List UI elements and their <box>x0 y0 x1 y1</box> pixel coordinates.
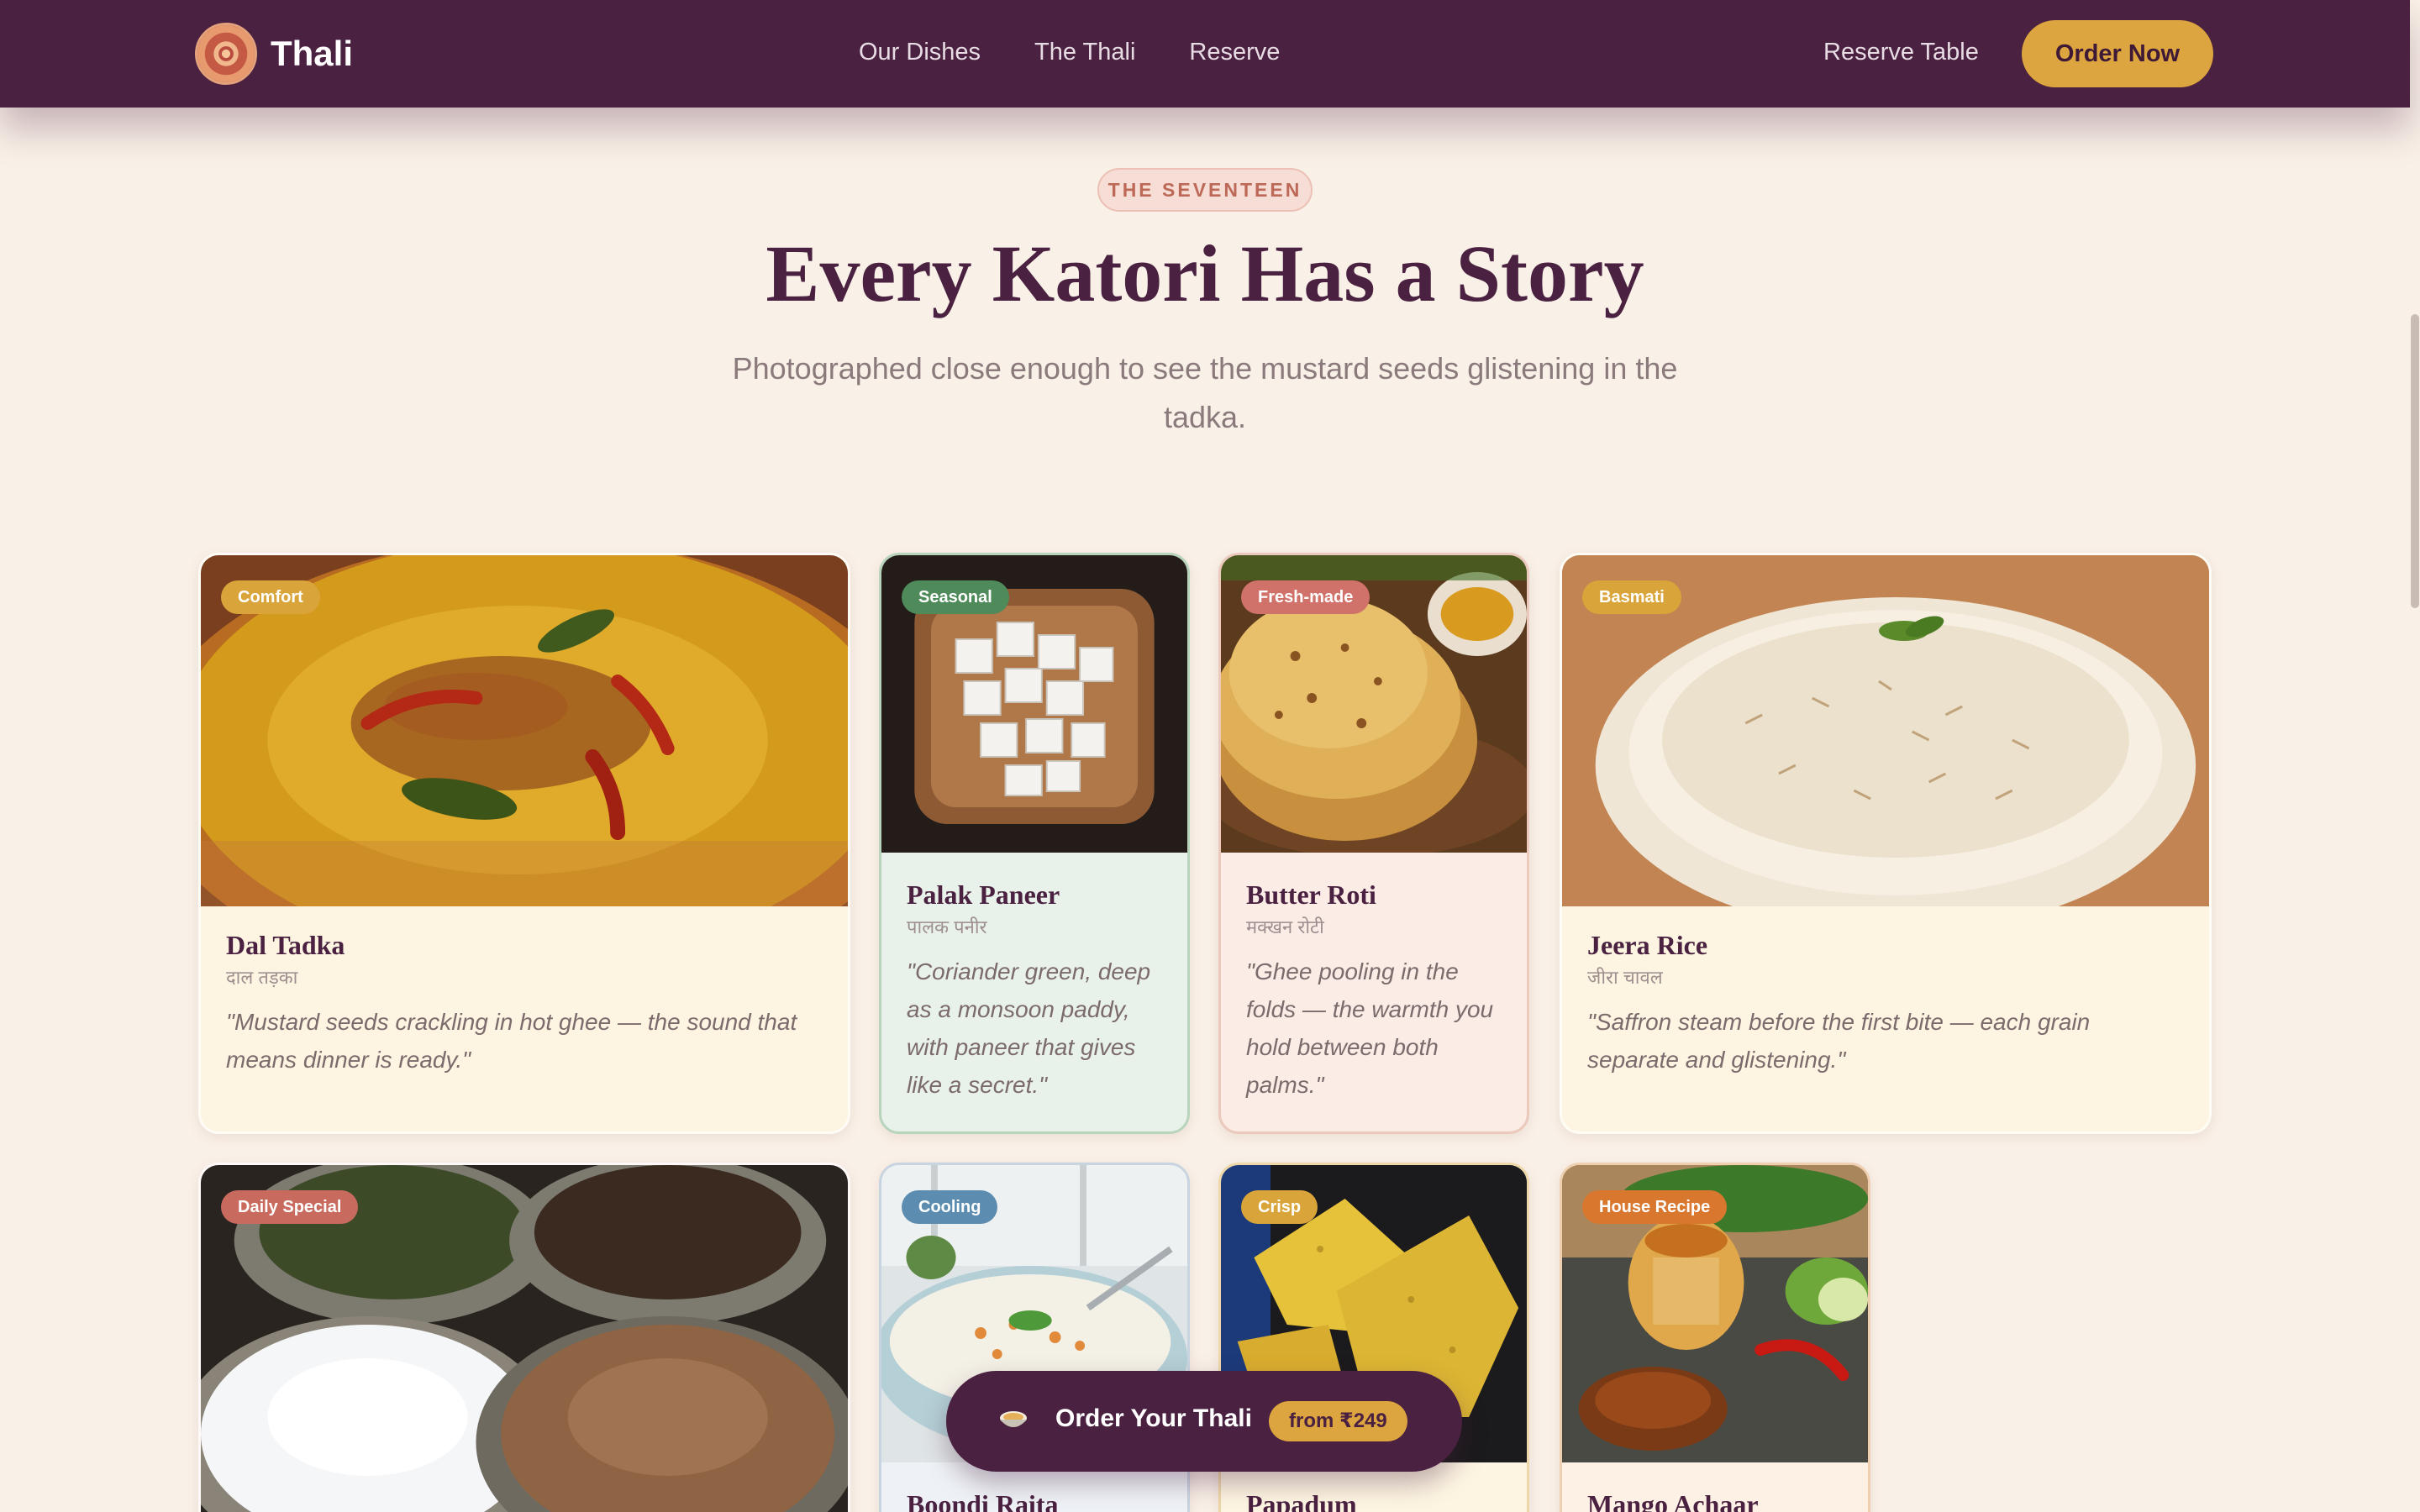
badge-house-recipe: House Recipe <box>1582 1190 1728 1224</box>
badge-fresh-made: Fresh-made <box>1241 580 1370 614</box>
brand-name: Thali <box>271 34 354 73</box>
page-scrollbar[interactable] <box>2410 0 2420 1512</box>
nav-link-the-thali[interactable]: The Thali <box>1034 39 1135 66</box>
dish-quote: "Coriander green, deep as a monsoon padd… <box>907 958 1151 1098</box>
top-navbar: Thali Our Dishes The Thali Reserve Reser… <box>0 0 2410 108</box>
dish-info: Papadum <box>1221 1489 1527 1512</box>
badge-crisp: Crisp <box>1241 1190 1318 1224</box>
dish-card-butter-roti[interactable]: Fresh-made Butter Roti मक्खन रोटी "Ghee … <box>1218 553 1529 1134</box>
nav-links: Our Dishes The Thali Reserve <box>859 39 1280 66</box>
dish-name: Palak Paneer <box>907 879 1060 910</box>
dish-quote: "Mustard seeds crackling in hot ghee — t… <box>226 1009 797 1073</box>
dish-card-dal-tadka[interactable]: Comfort Dal Tadka दाल तड़का "Mustard see… <box>198 553 850 1134</box>
badge-seasonal: Seasonal <box>902 580 1009 614</box>
section-subtitle: Photographed close enough to see the mus… <box>732 351 1678 434</box>
dish-name: Boondi Raita <box>907 1489 1059 1512</box>
badge-daily-special: Daily Special <box>221 1190 359 1224</box>
spice-tins-photo: Daily Special <box>201 1165 848 1512</box>
dish-quote: "Saffron steam before the first bite — e… <box>1587 1009 2091 1073</box>
butter-roti-photo: Fresh-made <box>1221 555 1527 853</box>
dish-info: Jeera Rice जीरा चावल "Saffron steam befo… <box>1562 930 2209 1079</box>
dal-tadka-photo: Comfort <box>201 555 848 906</box>
jeera-rice-photo: Basmati <box>1562 555 2209 906</box>
thali-bowl-icon <box>998 1408 1028 1433</box>
dish-info: Butter Roti मक्खन रोटी "Ghee pooling in … <box>1221 879 1527 1104</box>
dish-name: Dal Tadka <box>226 930 345 960</box>
dish-info: Mango Achaar <box>1562 1489 1868 1512</box>
dish-card-palak-paneer[interactable]: Seasonal Palak Paneer पालक पनीर "Coriand… <box>879 553 1190 1134</box>
badge-cooling: Cooling <box>902 1190 998 1224</box>
dish-hindi-name: मक्खन रोटी <box>1246 916 1324 937</box>
reserve-table-link[interactable]: Reserve Table <box>1823 39 1979 66</box>
order-your-thali-button[interactable]: Order Your Thali from ₹249 <box>946 1371 1462 1472</box>
dish-card-daily-special[interactable]: Daily Special <box>198 1163 850 1512</box>
dish-name: Mango Achaar <box>1587 1489 1759 1512</box>
dish-card-mango-achaar[interactable]: House Recipe Mango Achaar <box>1560 1163 1870 1512</box>
dish-info: Palak Paneer पालक पनीर "Coriander green,… <box>881 879 1187 1104</box>
dish-card-jeera-rice[interactable]: Basmati Jeera Rice जीरा चावल "Saffron st… <box>1560 553 2212 1134</box>
badge-basmati: Basmati <box>1582 580 1681 614</box>
dish-name: Butter Roti <box>1246 879 1376 910</box>
dish-hindi-name: दाल तड़का <box>226 967 298 988</box>
cta-price-badge: from ₹249 <box>1269 1401 1407 1441</box>
nav-link-reserve[interactable]: Reserve <box>1189 39 1280 66</box>
dish-name: Papadum <box>1246 1489 1357 1512</box>
dish-quote: "Ghee pooling in the folds — the warmth … <box>1246 958 1494 1098</box>
scrollbar-thumb[interactable] <box>2411 314 2419 608</box>
section-title: Every Katori Has a Story <box>765 228 1644 318</box>
brand-link[interactable]: Thali <box>195 23 353 85</box>
mandala-logo-icon <box>195 23 257 85</box>
dish-hindi-name: पालक पनीर <box>907 916 987 937</box>
palak-paneer-photo: Seasonal <box>881 555 1187 853</box>
badge-comfort: Comfort <box>221 580 320 614</box>
mango-achaar-photo: House Recipe <box>1562 1165 1868 1462</box>
dish-info: Dal Tadka दाल तड़का "Mustard seeds crack… <box>201 930 848 1079</box>
dish-info: Boondi Raita <box>881 1489 1187 1512</box>
dish-hindi-name: जीरा चावल <box>1587 967 1663 988</box>
section-eyebrow: THE SEVENTEEN <box>1097 168 1313 212</box>
nav-link-our-dishes[interactable]: Our Dishes <box>859 39 981 66</box>
order-now-button[interactable]: Order Now <box>2022 20 2213 87</box>
dish-name: Jeera Rice <box>1587 930 1708 960</box>
cta-label: Order Your Thali <box>1055 1404 1252 1432</box>
